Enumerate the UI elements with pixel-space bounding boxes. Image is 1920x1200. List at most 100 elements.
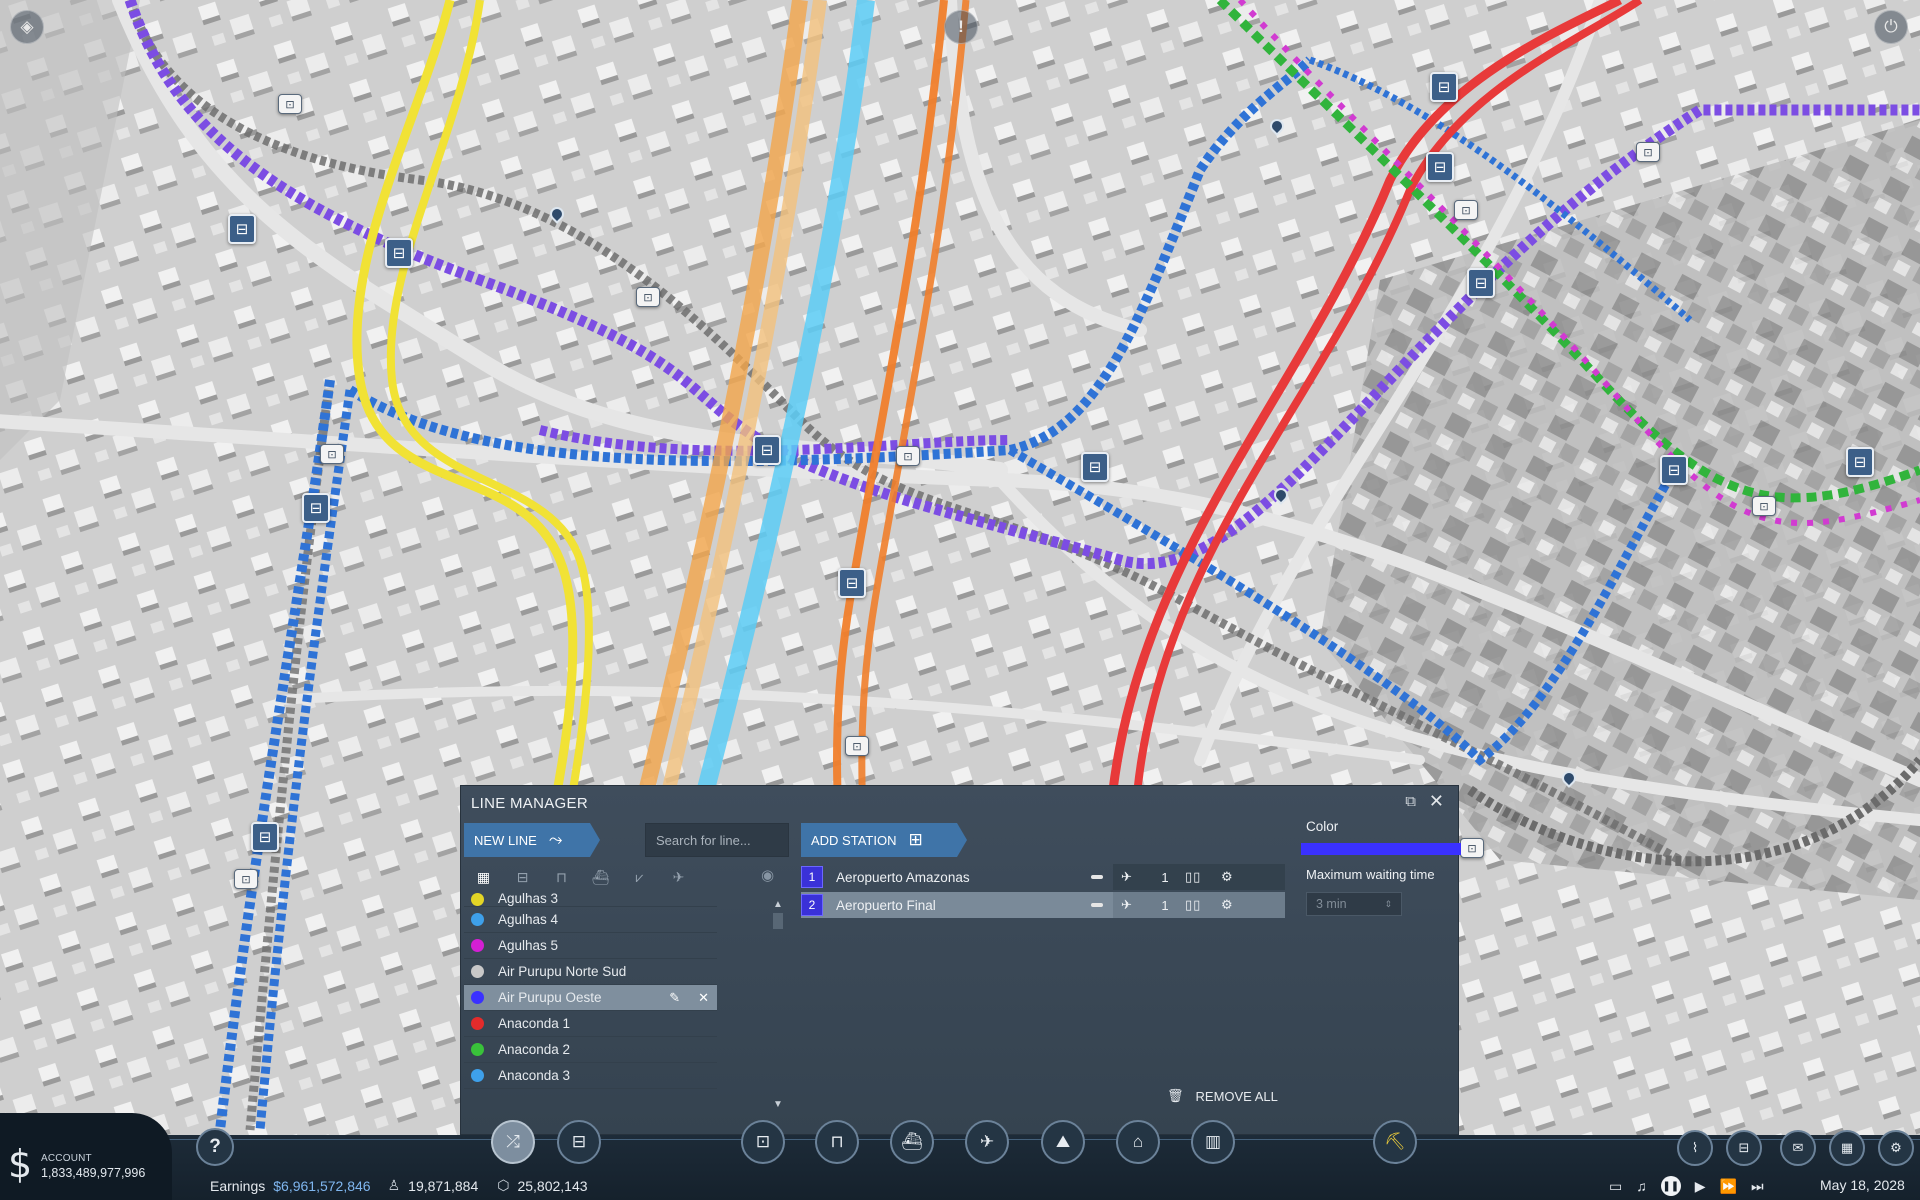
cargo-ship-icon[interactable]: ⩗	[620, 865, 659, 889]
settings-icon[interactable]: ⚙	[1221, 869, 1251, 885]
new-line-label: NEW LINE	[474, 832, 537, 848]
station-controls: ✈ 1 ▯▯ ⚙	[1113, 892, 1285, 918]
industry-icon[interactable]: ▥	[1191, 1120, 1235, 1164]
edit-icon[interactable]: ✎	[669, 990, 680, 1006]
scroll-up-icon[interactable]: ▲	[773, 899, 783, 910]
bus-stop-marker[interactable]: ⊟	[1660, 455, 1688, 485]
line-color-dot	[471, 991, 484, 1004]
max-wait-label: Maximum waiting time	[1306, 867, 1435, 882]
list-item-selected[interactable]: Air Purupu Oeste ✎ ✕	[464, 985, 717, 1011]
help-button[interactable]: ?	[196, 1128, 234, 1166]
list-item[interactable]: Anaconda 2	[464, 1037, 717, 1063]
remove-all-button[interactable]: 🗑 REMOVE ALL	[1167, 1088, 1278, 1104]
add-station-button[interactable]: ADD STATION ⊞	[801, 823, 967, 857]
earnings-value[interactable]: $6,961,572,846	[273, 1178, 370, 1194]
bus-stop-marker[interactable]: ⊟	[302, 493, 330, 523]
layers-button[interactable]: ◈	[10, 10, 44, 44]
terminal-icon[interactable]: ▯▯	[1185, 869, 1221, 885]
vehicle-count[interactable]: 1	[1145, 898, 1185, 913]
all-icon[interactable]: ▦	[464, 865, 503, 889]
terrain-icon[interactable]: ⛰	[1041, 1120, 1085, 1164]
power-button[interactable]: ⏻	[1874, 10, 1908, 44]
line-color-dot	[471, 893, 484, 906]
bus-stop-marker[interactable]: ⊟	[1081, 452, 1109, 482]
truck-station-marker[interactable]: ⊡	[234, 869, 258, 889]
station-row-selected[interactable]: 2 Aeropuerto Final ✈ 1 ▯▯ ⚙	[801, 892, 1285, 918]
load-slider[interactable]	[1091, 875, 1103, 879]
station-row[interactable]: 1 Aeropuerto Amazonas ✈ 1 ▯▯ ⚙	[801, 864, 1285, 890]
truck-station-marker[interactable]: ⊡	[1752, 496, 1776, 516]
alert-button[interactable]: !	[944, 10, 978, 44]
list-scrollbar[interactable]: ▲ ▼	[773, 899, 783, 1110]
scroll-thumb[interactable]	[773, 913, 783, 929]
truck-station-marker[interactable]: ⊡	[1454, 200, 1478, 220]
load-slider[interactable]	[1091, 903, 1103, 907]
list-item[interactable]: Agulhas 4	[464, 907, 717, 933]
bus-stop-marker[interactable]: ⊟	[251, 822, 279, 852]
play-icon[interactable]: ▶	[1695, 1178, 1706, 1195]
list-item[interactable]: Agulhas 5	[464, 933, 717, 959]
bus-stop-marker[interactable]: ⊟	[1426, 152, 1454, 182]
bus-stop-marker[interactable]: ⊟	[228, 214, 256, 244]
bus-stop-marker[interactable]: ⊟	[753, 435, 781, 465]
cities-icon[interactable]: ▦	[1829, 1130, 1865, 1166]
new-line-button[interactable]: NEW LINE ⤳	[464, 823, 600, 857]
bulldozer-icon[interactable]: ⛏	[1373, 1120, 1417, 1164]
truck-station-marker[interactable]: ⊡	[320, 444, 344, 464]
list-item[interactable]: Anaconda 1	[464, 1011, 717, 1037]
bus-stop-marker[interactable]: ⊟	[1846, 447, 1874, 477]
freight-value[interactable]: 25,802,143	[517, 1178, 587, 1194]
pause-icon[interactable]: ❚❚	[1660, 1176, 1681, 1196]
tram-icon[interactable]: ⊓	[542, 865, 581, 889]
bus-stop-marker[interactable]: ⊟	[838, 568, 866, 598]
list-item[interactable]: Agulhas 3	[464, 893, 717, 907]
town-icon[interactable]: ⌂	[1116, 1120, 1160, 1164]
fast-forward-icon[interactable]: ⏩	[1720, 1178, 1737, 1195]
line-list: Agulhas 3 Agulhas 4 Agulhas 5 Air Purupu…	[464, 893, 717, 1106]
airplane-icon[interactable]: ✈	[965, 1120, 1009, 1164]
scroll-down-icon[interactable]: ▼	[773, 1099, 783, 1110]
account-label: ACCOUNT	[41, 1153, 92, 1164]
vehicle-count[interactable]: 1	[1145, 870, 1185, 885]
truck-station-marker[interactable]: ⊡	[845, 736, 869, 756]
population-value[interactable]: 19,871,884	[408, 1178, 478, 1194]
color-swatch[interactable]	[1301, 843, 1461, 855]
messages-icon[interactable]: ✉	[1780, 1130, 1816, 1166]
terminal-icon[interactable]: ▯▯	[1185, 897, 1221, 913]
truck-station-marker[interactable]: ⊡	[1460, 838, 1484, 858]
line-name: Anaconda 2	[498, 1042, 571, 1057]
bus-depot-icon[interactable]: ⊡	[741, 1120, 785, 1164]
list-item[interactable]: Anaconda 3	[464, 1063, 717, 1089]
vehicles-icon[interactable]: ⊟	[1726, 1130, 1762, 1166]
plane-icon[interactable]: ✈	[659, 865, 698, 889]
truck-station-marker[interactable]: ⊡	[896, 446, 920, 466]
delete-icon[interactable]: ✕	[698, 990, 709, 1006]
ship-icon[interactable]: ⛴	[890, 1120, 934, 1164]
max-wait-select[interactable]: 3 min ⇕	[1306, 892, 1402, 916]
music-icon[interactable]: ♫	[1636, 1178, 1647, 1194]
new-line-icon: ⤳	[548, 830, 563, 849]
ship-icon[interactable]: ⛴	[581, 865, 620, 889]
line-search-input[interactable]	[645, 823, 789, 857]
popout-icon[interactable]: ⧉	[1405, 793, 1416, 810]
truck-station-marker[interactable]: ⊡	[1636, 142, 1660, 162]
bus-stop-marker[interactable]: ⊟	[385, 238, 413, 268]
lines-button[interactable]: ⤮	[491, 1120, 535, 1164]
line-manager-window: LINE MANAGER ⧉ ✕ NEW LINE ⤳ ADD STATION …	[460, 785, 1461, 1135]
bus-stop-marker[interactable]: ⊟	[1467, 268, 1495, 298]
settings-icon[interactable]: ⚙	[1221, 897, 1251, 913]
train-icon[interactable]: ⊓	[815, 1120, 859, 1164]
bus-icon[interactable]: ⊟	[503, 865, 542, 889]
truck-station-marker[interactable]: ⊡	[278, 94, 302, 114]
camera-icon[interactable]: ▭	[1609, 1178, 1622, 1195]
settings-icon[interactable]: ⚙	[1878, 1130, 1914, 1166]
fastest-forward-icon[interactable]: ⏭	[1751, 1178, 1764, 1195]
bus-stop-marker[interactable]: ⊟	[1430, 72, 1458, 102]
truck-station-marker[interactable]: ⊡	[636, 287, 660, 307]
plane-icon: ✈	[1121, 869, 1132, 884]
list-item[interactable]: Air Purupu Norte Sud	[464, 959, 717, 985]
eye-icon[interactable]: ◉	[761, 866, 774, 884]
close-icon[interactable]: ✕	[1429, 791, 1444, 812]
vehicle-depot-button[interactable]: ⊟	[557, 1120, 601, 1164]
track-icon[interactable]: ⌇	[1677, 1130, 1713, 1166]
